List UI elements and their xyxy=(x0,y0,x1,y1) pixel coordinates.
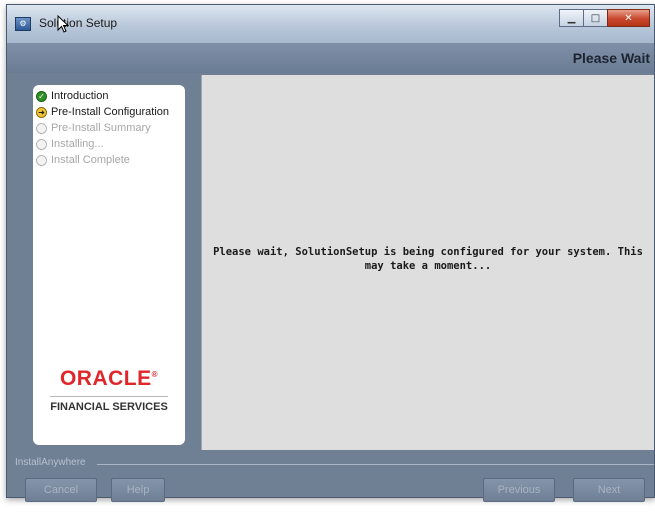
steps-sidebar: ✓ Introduction ➜ Pre-Install Configurati… xyxy=(33,85,185,445)
pending-circle-icon xyxy=(36,122,47,134)
step-header: Please Wait xyxy=(7,43,654,73)
installer-window: ⚙ Solution Setup ▁ □ ✕ Please Wait ✓ Int… xyxy=(6,4,655,502)
step-pre-install-summary: Pre-Install Summary xyxy=(36,120,169,136)
oracle-logo: ORACLE® FINANCIAL SERVICES xyxy=(33,367,185,413)
step-label: Pre-Install Configuration xyxy=(51,106,170,118)
title-bar[interactable]: ⚙ Solution Setup ▁ □ ✕ xyxy=(7,5,654,44)
cancel-button[interactable]: Cancel xyxy=(25,478,97,502)
previous-button[interactable]: Previous xyxy=(483,478,555,502)
installer-icon: ⚙ xyxy=(15,17,31,31)
window-title: Solution Setup xyxy=(39,16,118,30)
step-installing: Installing... xyxy=(36,136,169,152)
window-controls: ▁ □ ✕ xyxy=(559,9,650,27)
close-icon[interactable]: ✕ xyxy=(607,9,650,27)
step-pre-install-configuration: ➜ Pre-Install Configuration xyxy=(36,104,169,120)
step-label: Installing... xyxy=(51,138,104,150)
steps-list: ✓ Introduction ➜ Pre-Install Configurati… xyxy=(36,88,169,168)
step-introduction: ✓ Introduction xyxy=(36,88,169,104)
vendor-label: InstallAnywhere xyxy=(15,457,86,468)
pending-circle-icon xyxy=(36,138,47,150)
logo-divider xyxy=(50,396,168,397)
arrow-right-icon: ➜ xyxy=(36,106,47,118)
logo-division: FINANCIAL SERVICES xyxy=(50,401,168,413)
step-title: Please Wait xyxy=(572,50,650,66)
help-button[interactable]: Help xyxy=(111,478,165,502)
status-message: Please wait, SolutionSetup is being conf… xyxy=(213,246,643,272)
minimize-icon[interactable]: ▁ xyxy=(559,9,584,27)
step-label: Install Complete xyxy=(51,154,130,166)
registered-mark-icon: ® xyxy=(151,370,159,379)
step-install-complete: Install Complete xyxy=(36,152,169,168)
pending-circle-icon xyxy=(36,154,47,166)
step-label: Pre-Install Summary xyxy=(51,122,151,134)
mouse-pointer-icon xyxy=(57,15,69,33)
step-label: Introduction xyxy=(51,90,109,102)
footer-divider xyxy=(97,464,654,465)
checkmark-icon: ✓ xyxy=(36,90,47,102)
next-button[interactable]: Next xyxy=(573,478,645,502)
logo-brand: ORACLE xyxy=(59,367,152,390)
main-content-panel: Please wait, SolutionSetup is being conf… xyxy=(201,75,654,450)
maximize-icon[interactable]: □ xyxy=(583,9,608,27)
